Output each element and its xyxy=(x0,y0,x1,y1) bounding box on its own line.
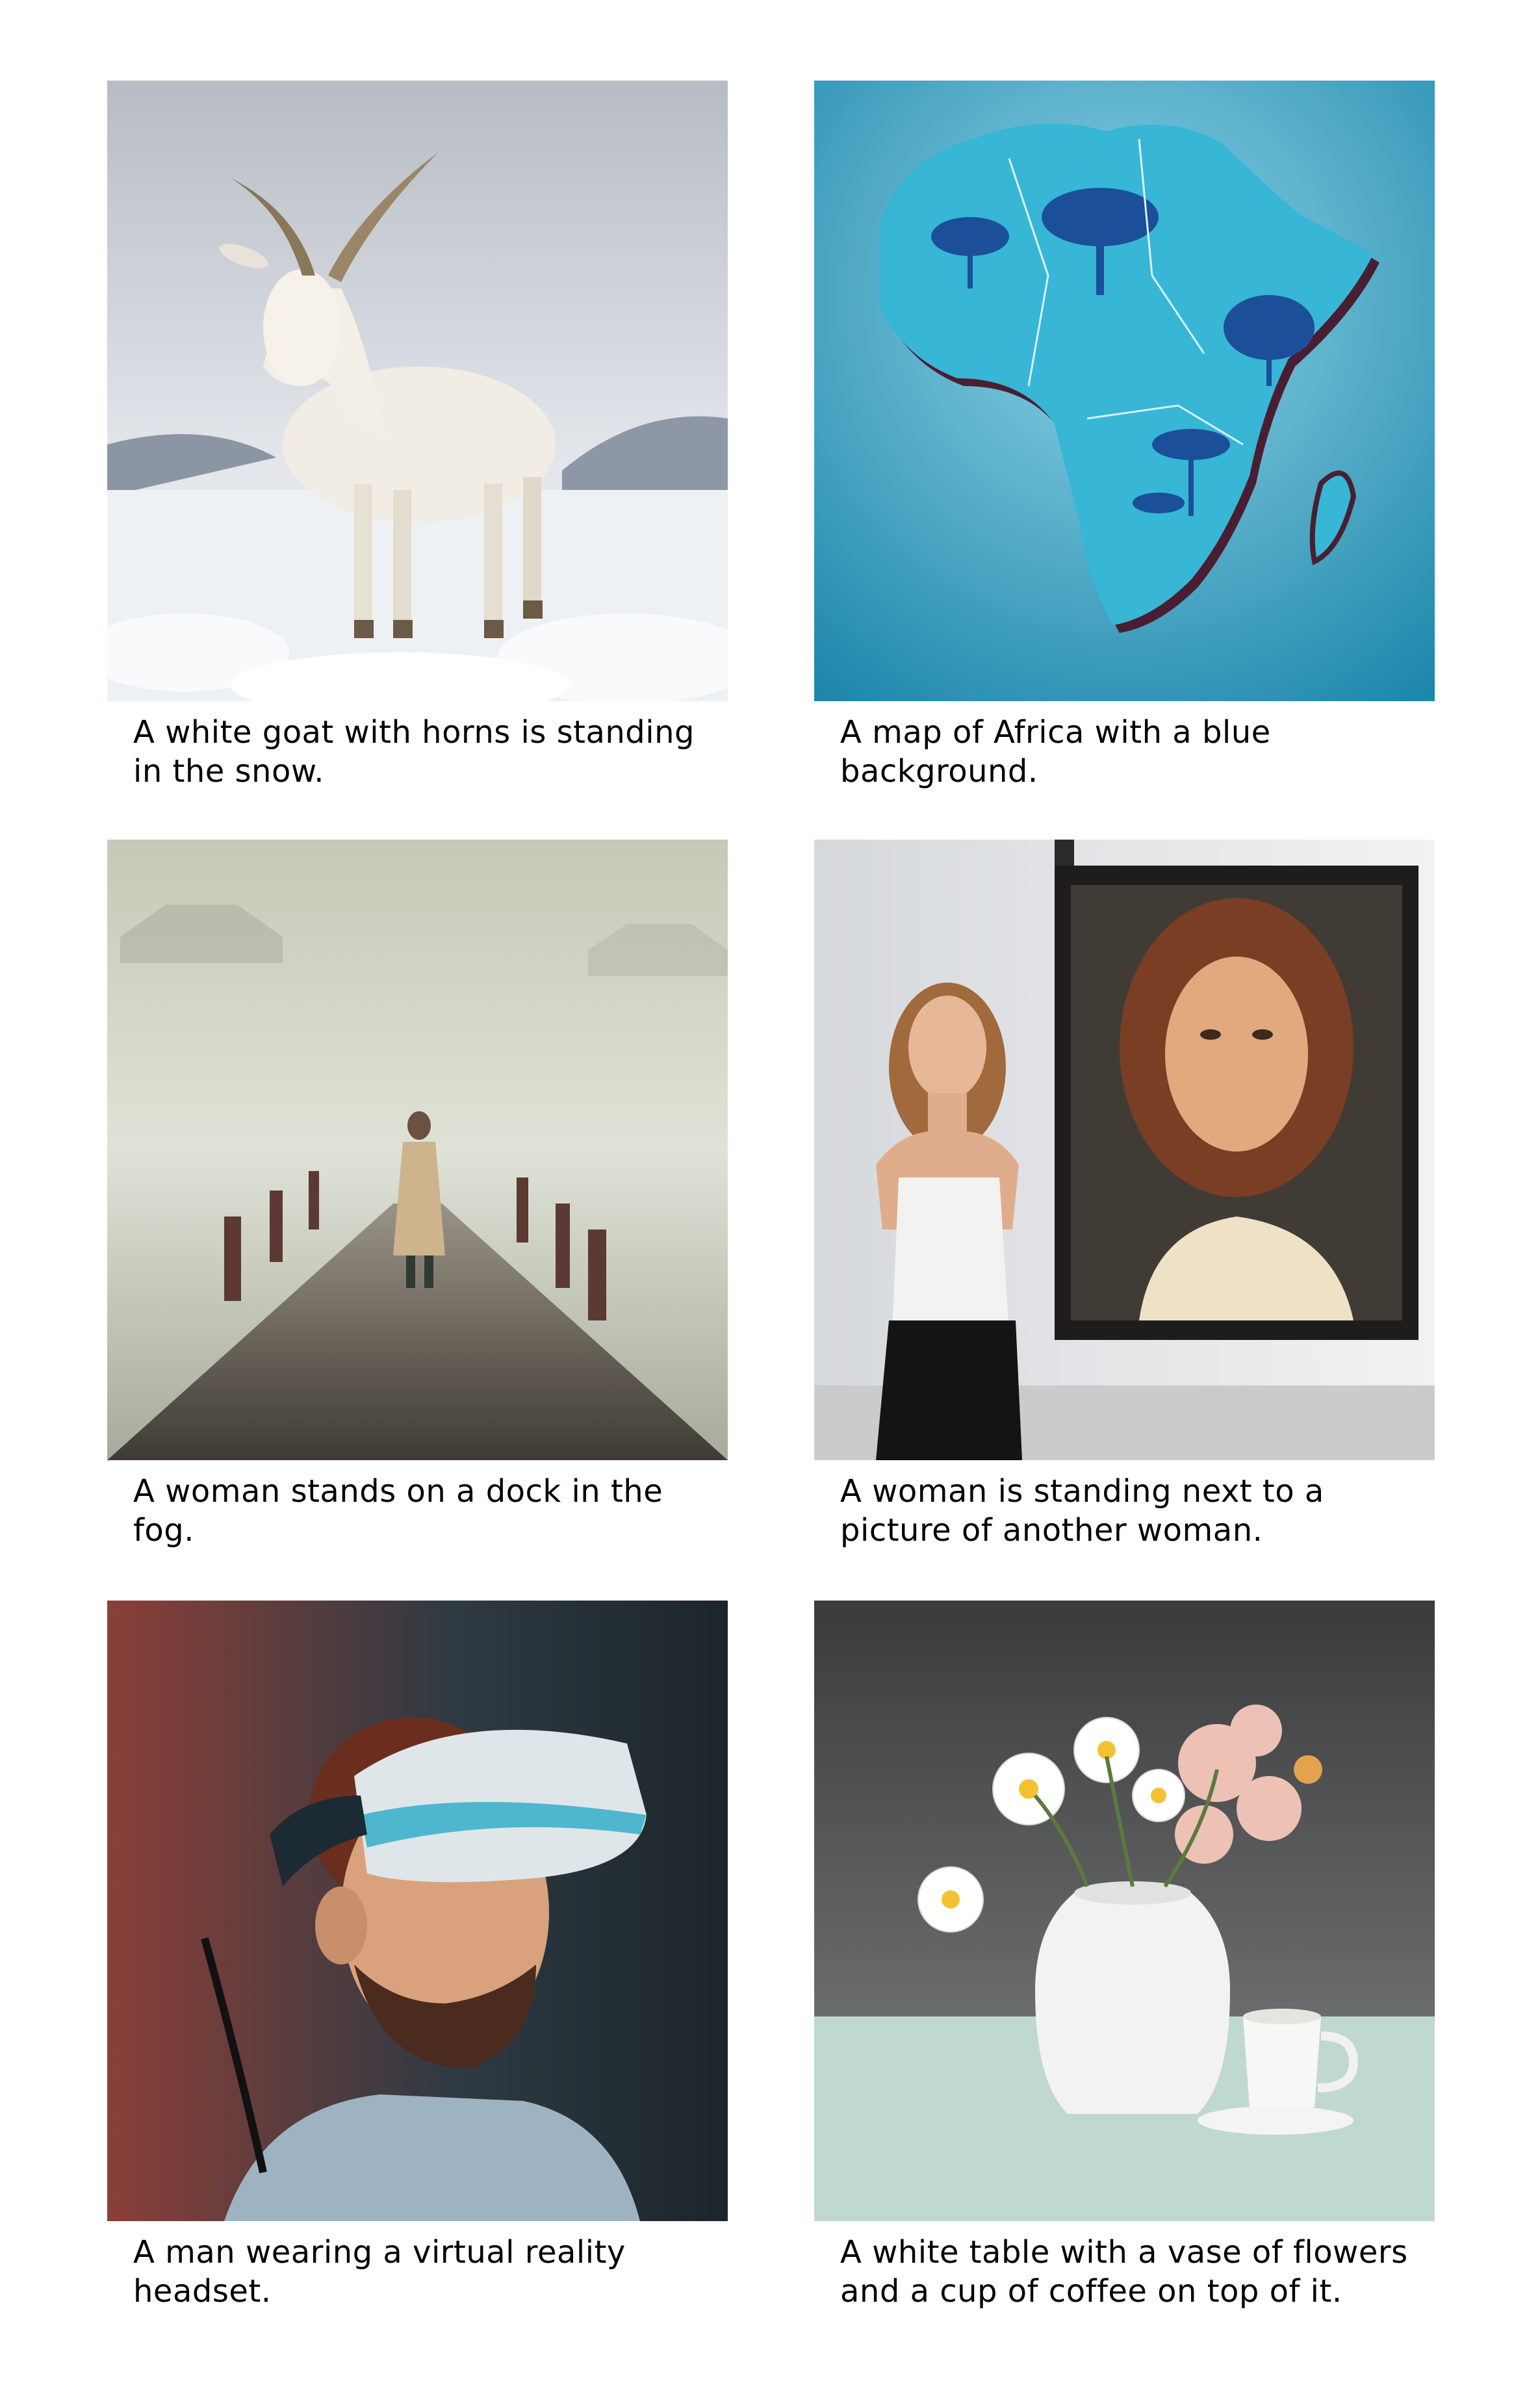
caption-dock: A woman stands on a dock in the fog. xyxy=(133,1473,663,1549)
grid-cell-vr: A man wearing a virtual reality headset. xyxy=(107,1601,728,2311)
vase-coffee-image xyxy=(814,1601,1435,2221)
gallery-portrait-image xyxy=(814,840,1435,1460)
africa-map-image xyxy=(814,81,1435,701)
caption-gallery: A woman is standing next to a picture of… xyxy=(840,1473,1324,1549)
grid-cell-africa: A map of Africa with a blue background. xyxy=(814,81,1435,791)
caption-africa: A map of Africa with a blue background. xyxy=(840,714,1271,790)
caption-vr: A man wearing a virtual reality headset. xyxy=(133,2234,626,2310)
caption-goat: A white goat with horns is standing in t… xyxy=(133,714,695,790)
vr-headset-image xyxy=(107,1601,728,2221)
goat-image xyxy=(107,81,728,701)
grid-cell-gallery: A woman is standing next to a picture of… xyxy=(814,840,1435,1550)
caption-vase: A white table with a vase of flowers and… xyxy=(840,2234,1408,2310)
grid-cell-vase: A white table with a vase of flowers and… xyxy=(814,1601,1435,2311)
grid-cell-goat: A white goat with horns is standing in t… xyxy=(107,81,728,791)
foggy-dock-image xyxy=(107,840,728,1460)
grid-cell-dock: A woman stands on a dock in the fog. xyxy=(107,840,728,1550)
